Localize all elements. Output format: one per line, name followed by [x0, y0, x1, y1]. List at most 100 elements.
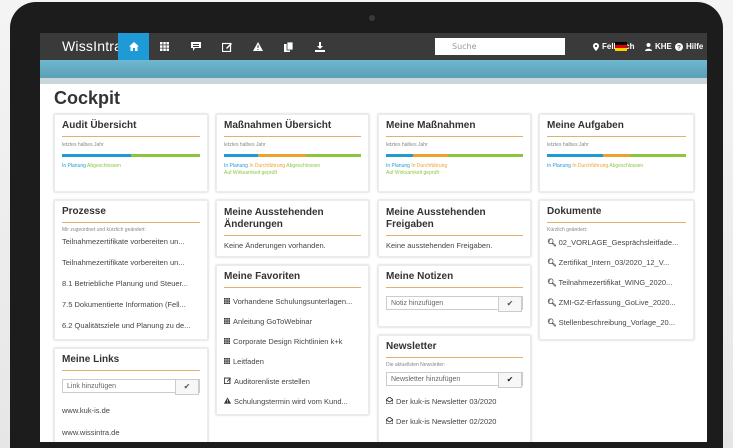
favorite-label: Leitfaden: [233, 357, 264, 366]
warning-icon[interactable]: [242, 33, 273, 60]
card-title: Maßnahmen Übersicht: [224, 120, 361, 137]
user-menu[interactable]: KHE: [645, 33, 672, 60]
favorite-link[interactable]: Corporate Design Richtlinien k+k: [224, 337, 361, 346]
document-name: ZMI-GZ-Erfassung_GoLive_2020...: [558, 298, 676, 307]
search-input[interactable]: Suche: [435, 38, 565, 55]
check-icon: ✔: [183, 382, 191, 391]
newsletter-link[interactable]: Der kuk-is Newsletter 03/2020: [386, 397, 523, 406]
status-bar: [224, 154, 361, 157]
process-link[interactable]: 8.1 Betriebliche Planung und Steuer...: [62, 279, 200, 288]
sub-navbar-shadow: [40, 78, 707, 84]
legend-item[interactable]: In Planung: [224, 163, 248, 169]
screen: WissIntra® Suche: [40, 33, 707, 448]
legend-item[interactable]: Abgeschlossen: [87, 163, 121, 169]
legend-item[interactable]: In Planung: [62, 163, 86, 169]
card-title: Newsletter: [386, 341, 523, 358]
ausstehende-aenderungen-card[interactable]: Meine Ausstehenden Änderungen Keine Ände…: [216, 200, 369, 257]
bar-segment-durchfuehrung: [602, 154, 631, 157]
german-flag-icon[interactable]: [615, 42, 627, 51]
favorite-link[interactable]: Vorhandene Schulungsunterlagen...: [224, 297, 361, 306]
sub-navbar: [40, 60, 707, 78]
home-icon[interactable]: [118, 33, 149, 60]
camera-dot: [369, 15, 375, 21]
check-icon: ✔: [506, 375, 514, 384]
top-navbar: WissIntra® Suche: [40, 33, 707, 60]
card-title: Meine Links: [62, 354, 200, 371]
favorite-label: Auditorenliste erstellen: [234, 377, 310, 386]
add-note-button[interactable]: ✔: [498, 296, 522, 312]
newsletter-card[interactable]: Newsletter Die aktuellsten Newsletter: N…: [378, 335, 531, 445]
link-placeholder: Link hinzufügen: [67, 383, 117, 390]
search-icon: 🔍︎: [547, 318, 557, 327]
favorite-link[interactable]: Auditorenliste erstellen: [224, 377, 361, 386]
favorite-link[interactable]: Schulungstermin wird vom Kund...: [224, 397, 361, 406]
document-link[interactable]: 🔍︎ 02_VORLAGE_Gesprächsleitfade...: [547, 238, 686, 247]
document-link[interactable]: 🔍︎ Zertifikat_Intern_03/2020_12_V...: [547, 258, 686, 267]
document-name: Stellenbeschreibung_Vorlage_20...: [558, 318, 675, 327]
bar-segment-durchfuehrung: [413, 154, 448, 157]
saved-link[interactable]: www.wissintra.de: [62, 428, 200, 437]
card-title: Meine Aufgaben: [547, 120, 686, 137]
legend-item[interactable]: In Durchführung: [572, 163, 608, 169]
location-menu[interactable]: Fellbach: [593, 33, 634, 60]
favorite-link[interactable]: Leitfaden: [224, 357, 361, 366]
add-newsletter-button[interactable]: ✔: [498, 372, 522, 388]
prozesse-card[interactable]: Prozesse Mir zugeordnet und kürzlich geä…: [54, 200, 208, 340]
ausstehende-freigaben-card[interactable]: Meine Ausstehenden Freigaben Keine ausst…: [378, 200, 531, 257]
user-icon: [645, 42, 652, 51]
legend-item[interactable]: Abgeschlossen: [286, 163, 320, 169]
document-link[interactable]: 🔍︎ ZMI-GZ-Erfassung_GoLive_2020...: [547, 298, 686, 307]
favorite-link[interactable]: Anleitung GoToWebinar: [224, 317, 361, 326]
newsletter-icon: [386, 397, 394, 405]
audit-overview-card[interactable]: Audit Übersicht letztes halbes Jahr In P…: [54, 114, 208, 192]
saved-link[interactable]: www.kuk-is.de: [62, 406, 200, 415]
card-subtitle: Die aktuellsten Newsletter:: [386, 362, 446, 368]
legend-item[interactable]: In Durchführung: [249, 163, 285, 169]
search-icon: 🔍︎: [547, 238, 557, 247]
search-icon: 🔍︎: [547, 298, 557, 307]
newsletter-input[interactable]: Newsletter hinzufügen ✔: [386, 372, 523, 388]
help-menu[interactable]: ? Hilfe: [675, 33, 703, 60]
process-link[interactable]: 7.5 Dokumentierte Information (Fell...: [62, 300, 200, 309]
notizen-card[interactable]: Meine Notizen Notiz hinzufügen ✔: [378, 265, 531, 327]
process-link[interactable]: Teilnahmezertifikate vorbereiten un...: [62, 237, 200, 246]
dokumente-card[interactable]: Dokumente Kürzlich geändert: 🔍︎ 02_VORLA…: [539, 200, 694, 340]
document-name: Zertifikat_Intern_03/2020_12_V...: [558, 258, 670, 267]
legend-item[interactable]: Auf Wirksamkeit geprüft: [386, 170, 523, 176]
link-input[interactable]: Link hinzufügen ✔: [62, 379, 200, 395]
legend-item[interactable]: Auf Wirksamkeit geprüft: [224, 170, 361, 176]
newsletter-title: Der kuk-is Newsletter 03/2020: [396, 397, 497, 406]
main-nav: [118, 33, 335, 60]
grid-icon[interactable]: [149, 33, 180, 60]
document-link[interactable]: 🔍︎ Teilnahmezertifikat_WING_2020...: [547, 278, 686, 287]
meine-aufgaben-card[interactable]: Meine Aufgaben letztes halbes Jahr In Pl…: [539, 114, 694, 192]
legend-item[interactable]: In Planung: [386, 163, 410, 169]
legend-item[interactable]: Abgeschlossen: [609, 163, 643, 169]
status-bar: [386, 154, 523, 157]
newsletter-title: Der kuk-is Newsletter 02/2020: [396, 417, 497, 426]
card-subtitle: letztes halbes Jahr: [547, 142, 589, 148]
legend-item[interactable]: In Durchführung: [411, 163, 447, 169]
message-icon[interactable]: [180, 33, 211, 60]
process-link[interactable]: Teilnahmezertifikate vorbereiten un...: [62, 258, 200, 267]
process-link[interactable]: 6.2 Qualitätsziele und Planung zu de...: [62, 321, 200, 330]
add-link-button[interactable]: ✔: [175, 379, 199, 395]
meine-massnahmen-card[interactable]: Meine Maßnahmen letztes halbes Jahr In P…: [378, 114, 531, 192]
location-pin-icon: [593, 42, 599, 51]
edit-icon: [224, 377, 231, 385]
links-card[interactable]: Meine Links Link hinzufügen ✔ www.kuk-is…: [54, 348, 208, 448]
favorite-label: Corporate Design Richtlinien k+k: [233, 337, 343, 346]
massnahmen-overview-card[interactable]: Maßnahmen Übersicht letztes halbes Jahr …: [216, 114, 369, 192]
documents-icon[interactable]: [273, 33, 304, 60]
empty-state-text: Keine ausstehenden Freigaben.: [386, 241, 493, 250]
edit-icon[interactable]: [211, 33, 242, 60]
document-link[interactable]: 🔍︎ Stellenbeschreibung_Vorlage_20...: [547, 318, 686, 327]
svg-text:?: ?: [677, 44, 681, 51]
grid-icon: [224, 338, 230, 344]
note-input[interactable]: Notiz hinzufügen ✔: [386, 296, 523, 312]
favoriten-card[interactable]: Meine Favoriten Vorhandene Schulungsunte…: [216, 265, 369, 415]
newsletter-link[interactable]: Der kuk-is Newsletter 02/2020: [386, 417, 523, 426]
download-icon[interactable]: [304, 33, 335, 60]
status-legend: In Planung Abgeschlossen: [62, 163, 200, 169]
legend-item[interactable]: In Planung: [547, 163, 571, 169]
